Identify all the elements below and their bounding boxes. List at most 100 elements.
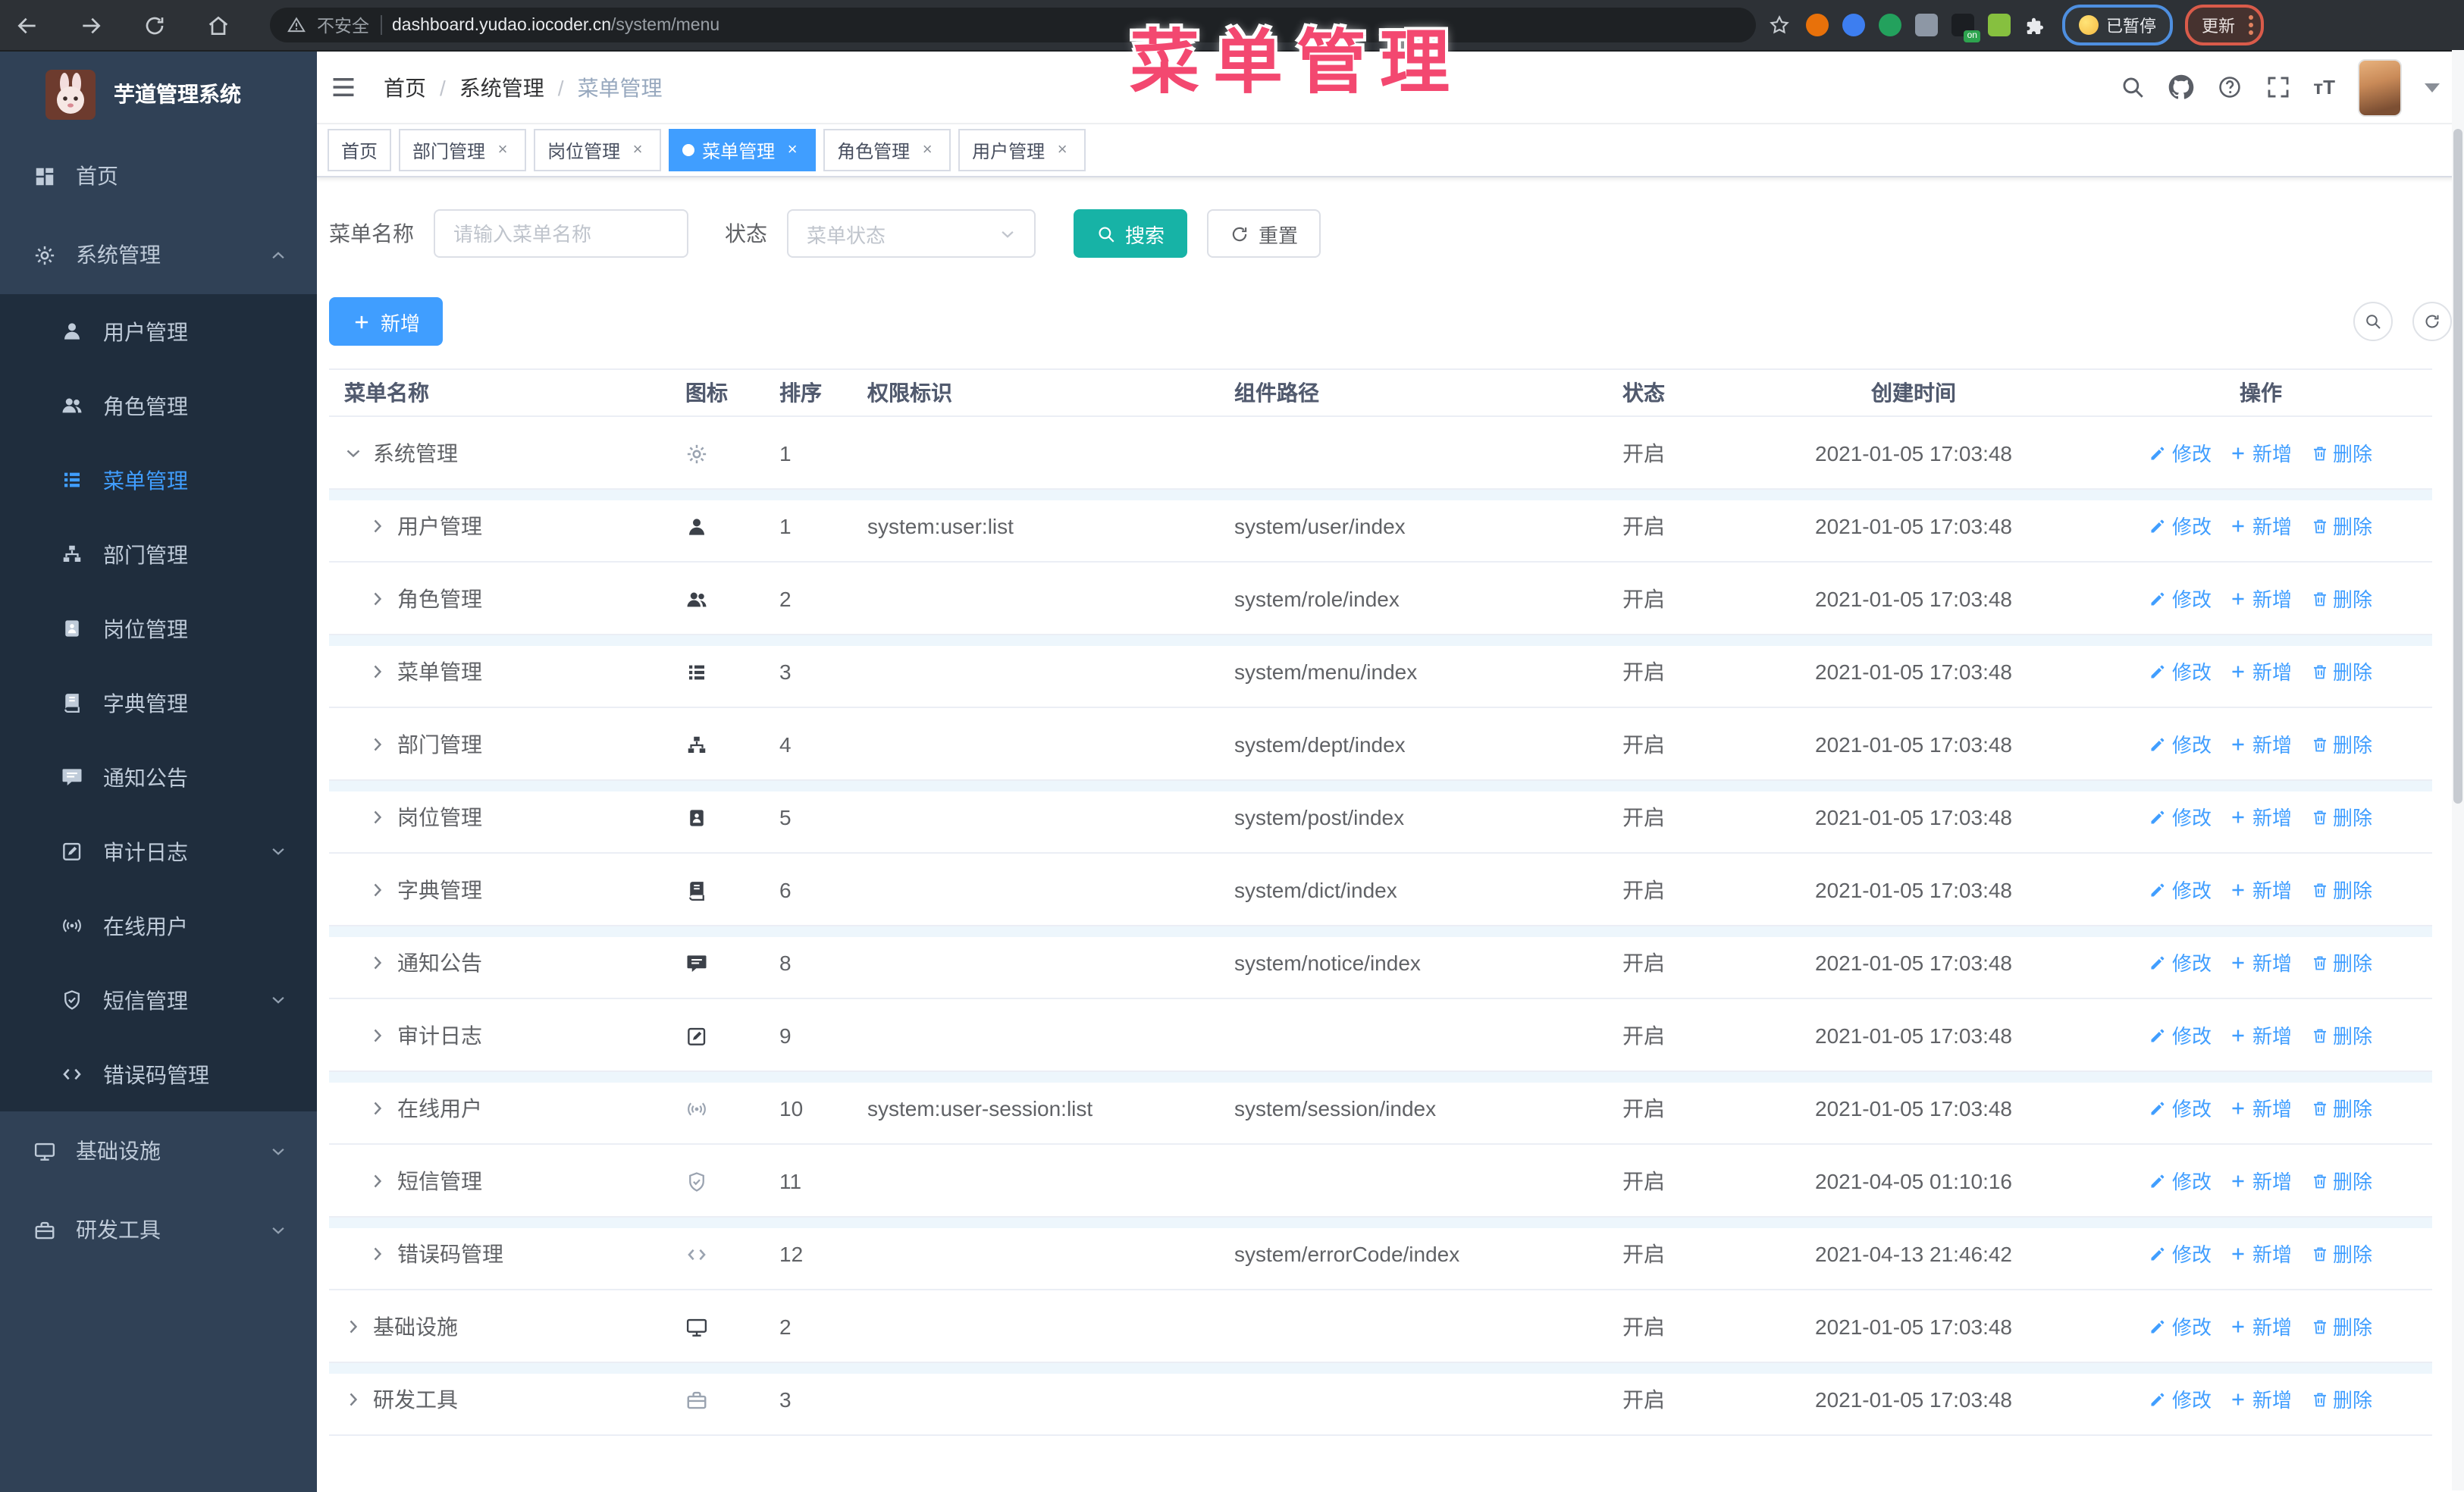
delete-link[interactable]: 删除: [2310, 584, 2372, 613]
breadcrumb-home[interactable]: 首页: [384, 72, 426, 102]
sidebar-toggle-icon[interactable]: [329, 73, 358, 102]
tab-close-icon[interactable]: ×: [782, 140, 802, 160]
table-row-研发工具[interactable]: 研发工具 3 开启 2021-01-05 17:03:48 修改 新增 删除: [329, 1363, 2432, 1436]
edit-link[interactable]: 修改: [2149, 511, 2212, 540]
edit-link[interactable]: 修改: [2149, 1166, 2212, 1195]
browser-forward-button[interactable]: [79, 13, 103, 37]
add-link[interactable]: 新增: [2230, 584, 2292, 613]
add-link[interactable]: 新增: [2230, 1312, 2292, 1340]
sidebar-item-角色管理[interactable]: 角色管理: [0, 368, 317, 443]
delete-link[interactable]: 删除: [2310, 1384, 2372, 1413]
row-expand-icon[interactable]: [344, 1390, 362, 1408]
edit-link[interactable]: 修改: [2149, 584, 2212, 613]
edit-link[interactable]: 修改: [2149, 1239, 2212, 1268]
add-link[interactable]: 新增: [2230, 1020, 2292, 1049]
delete-link[interactable]: 删除: [2310, 511, 2372, 540]
page-scrollbar[interactable]: [2452, 50, 2464, 1490]
scrollbar-thumb[interactable]: [2453, 129, 2462, 804]
delete-link[interactable]: 删除: [2310, 948, 2372, 976]
fullscreen-icon[interactable]: [2265, 74, 2290, 100]
tab-首页[interactable]: 首页: [328, 129, 392, 171]
reset-button[interactable]: 重置: [1207, 209, 1321, 258]
extension-gray-blue-icon[interactable]: [1915, 14, 1938, 36]
add-link[interactable]: 新增: [2230, 1093, 2292, 1122]
sidebar-item-系统管理[interactable]: 系统管理: [0, 215, 317, 294]
tab-close-icon[interactable]: ×: [917, 140, 937, 160]
table-row-错误码管理[interactable]: 错误码管理 12 system/errorCode/index 开启 2021-04-1…: [329, 1218, 2432, 1290]
delete-link[interactable]: 删除: [2310, 657, 2372, 685]
table-row-用户管理[interactable]: 用户管理 1 system:user:list system/user/index 开启…: [329, 490, 2432, 563]
extension-orange-circle-icon[interactable]: [1806, 14, 1829, 36]
table-row-审计日志[interactable]: 审计日志 9 开启 2021-01-05 17:03:48 修改 新增 删除: [329, 999, 2432, 1072]
browser-menu-icon[interactable]: [2249, 15, 2253, 35]
delete-link[interactable]: 删除: [2310, 1312, 2372, 1340]
table-row-短信管理[interactable]: 短信管理 11 开启 2021-04-05 01:10:16 修改 新增 删除: [329, 1145, 2432, 1218]
edit-link[interactable]: 修改: [2149, 657, 2212, 685]
add-link[interactable]: 新增: [2230, 1239, 2292, 1268]
tab-close-icon[interactable]: ×: [1052, 140, 1072, 160]
help-icon[interactable]: [2216, 74, 2242, 100]
status-select[interactable]: 菜单状态: [787, 209, 1036, 258]
row-expand-icon[interactable]: [368, 1026, 387, 1044]
add-link[interactable]: 新增: [2230, 438, 2292, 467]
edit-link[interactable]: 修改: [2149, 1384, 2212, 1413]
extension-green-bot-icon[interactable]: [1988, 14, 2011, 36]
address-bar[interactable]: 不安全 dashboard.yudao.iocoder.cn/system/me…: [270, 8, 1756, 42]
sidebar-item-审计日志[interactable]: 审计日志: [0, 814, 317, 889]
add-link[interactable]: 新增: [2230, 802, 2292, 831]
tab-close-icon[interactable]: ×: [493, 140, 513, 160]
delete-link[interactable]: 删除: [2310, 1093, 2372, 1122]
sidebar-item-短信管理[interactable]: 短信管理: [0, 963, 317, 1037]
row-expand-icon[interactable]: [344, 1317, 362, 1335]
add-link[interactable]: 新增: [2230, 729, 2292, 758]
font-size-icon[interactable]: тT: [2313, 76, 2335, 99]
sidebar-item-错误码管理[interactable]: 错误码管理: [0, 1037, 317, 1111]
row-expand-icon[interactable]: [368, 662, 387, 680]
sidebar-item-字典管理[interactable]: 字典管理: [0, 666, 317, 740]
delete-link[interactable]: 删除: [2310, 1020, 2372, 1049]
tab-菜单管理[interactable]: 菜单管理 ×: [669, 129, 817, 171]
edit-link[interactable]: 修改: [2149, 948, 2212, 976]
browser-back-button[interactable]: [15, 13, 39, 37]
table-row-角色管理[interactable]: 角色管理 2 system/role/index 开启 2021-01-05 17:03…: [329, 563, 2432, 635]
add-link[interactable]: 新增: [2230, 511, 2292, 540]
user-avatar[interactable]: [2358, 58, 2402, 116]
paused-badge[interactable]: 已暂停: [2062, 5, 2173, 45]
search-button[interactable]: 搜索: [1074, 209, 1188, 258]
row-expand-icon[interactable]: [368, 807, 387, 826]
sidebar-logo-row[interactable]: 芋道管理系统: [0, 52, 317, 136]
edit-link[interactable]: 修改: [2149, 1020, 2212, 1049]
sidebar-item-首页[interactable]: 首页: [0, 136, 317, 215]
tab-部门管理[interactable]: 部门管理 ×: [399, 129, 527, 171]
sidebar-item-研发工具[interactable]: 研发工具: [0, 1190, 317, 1269]
delete-link[interactable]: 删除: [2310, 729, 2372, 758]
update-badge[interactable]: 更新: [2185, 5, 2264, 45]
extension-puzzle-icon[interactable]: [2024, 14, 2047, 36]
edit-link[interactable]: 修改: [2149, 875, 2212, 904]
table-row-在线用户[interactable]: 在线用户 10 system:user-session:list system/ses…: [329, 1072, 2432, 1145]
sidebar-item-通知公告[interactable]: 通知公告: [0, 740, 317, 814]
extension-dark-on-icon[interactable]: on: [1951, 14, 1980, 42]
table-row-菜单管理[interactable]: 菜单管理 3 system/menu/index 开启 2021-01-05 17:03…: [329, 635, 2432, 708]
delete-link[interactable]: 删除: [2310, 1239, 2372, 1268]
header-search-icon[interactable]: [2119, 74, 2145, 100]
breadcrumb-system[interactable]: 系统管理: [459, 72, 544, 102]
tab-用户管理[interactable]: 用户管理 ×: [958, 129, 1086, 171]
sidebar-item-菜单管理[interactable]: 菜单管理: [0, 443, 317, 517]
row-expand-icon[interactable]: [368, 1171, 387, 1190]
sidebar-item-岗位管理[interactable]: 岗位管理: [0, 591, 317, 666]
edit-link[interactable]: 修改: [2149, 1093, 2212, 1122]
table-row-系统管理[interactable]: 系统管理 1 开启 2021-01-05 17:03:48 修改 新增 删除: [329, 417, 2432, 490]
sidebar-item-在线用户[interactable]: 在线用户: [0, 889, 317, 963]
table-row-部门管理[interactable]: 部门管理 4 system/dept/index 开启 2021-01-05 17:03…: [329, 708, 2432, 781]
add-link[interactable]: 新增: [2230, 657, 2292, 685]
edit-link[interactable]: 修改: [2149, 802, 2212, 831]
row-expand-icon[interactable]: [368, 880, 387, 898]
row-expand-icon[interactable]: [368, 1099, 387, 1117]
row-expand-icon[interactable]: [368, 516, 387, 534]
browser-home-button[interactable]: [206, 13, 230, 37]
sidebar-item-用户管理[interactable]: 用户管理: [0, 294, 317, 368]
browser-reload-button[interactable]: [143, 13, 167, 37]
tab-角色管理[interactable]: 角色管理 ×: [823, 129, 951, 171]
menu-name-input[interactable]: [434, 209, 688, 258]
